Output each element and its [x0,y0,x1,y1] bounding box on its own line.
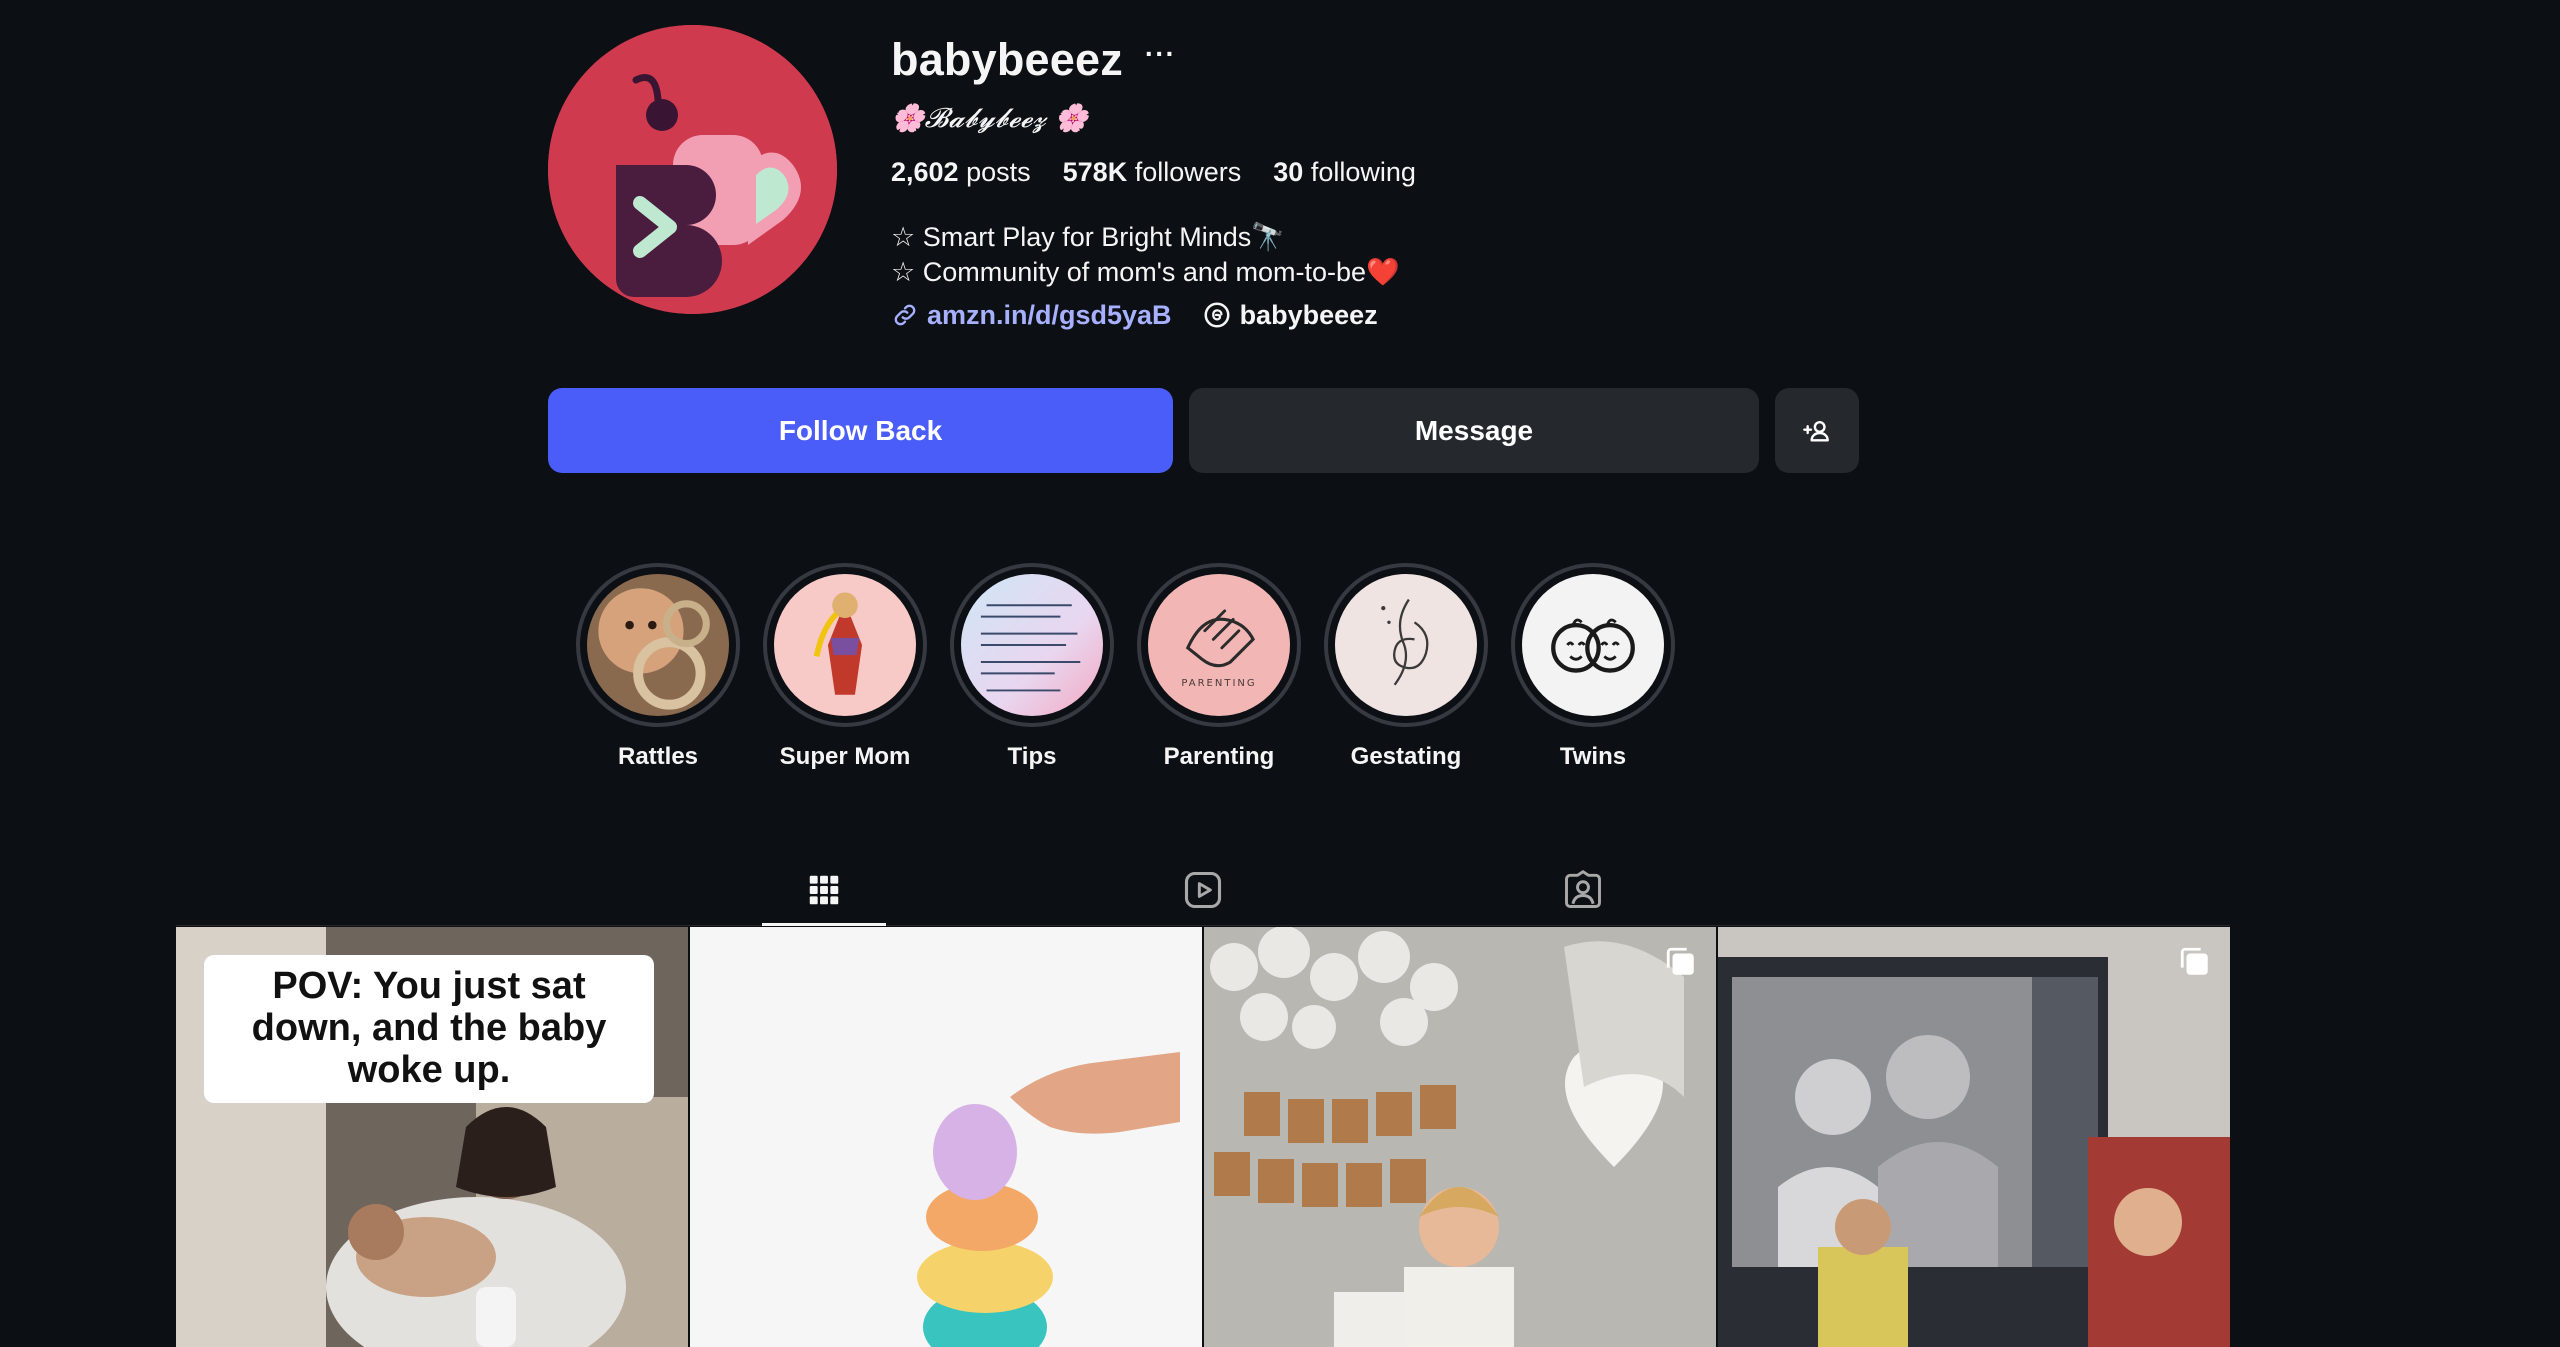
bio: ☆ Smart Play for Bright Minds🔭 ☆ Communi… [891,220,1791,290]
tab-posts[interactable] [762,855,886,926]
highlight-ring [576,563,740,727]
links-row: amzn.in/d/gsd5yaB babybeeez [891,297,1791,333]
tabs-divider [176,925,2230,926]
threads-icon [1204,302,1230,328]
highlight-ring [1324,563,1488,727]
more-options-button[interactable]: ··· [1145,40,1176,68]
highlight-image [1335,574,1477,716]
suggested-users-button[interactable] [1775,388,1859,473]
followers-count: 578K [1062,156,1128,187]
followers-label: followers [1134,156,1242,187]
highlight-twins[interactable]: Twins [1508,563,1678,771]
highlight-label: Parenting [1163,743,1275,770]
bio-line: ☆ Community of mom's and mom-to-be❤️ [891,257,1400,287]
profile-stats: 2,602 posts 578K followers 30 following [891,152,1791,192]
highlight-image [1522,574,1664,716]
username: babybeeez [891,34,1123,85]
tab-reels[interactable] [1141,855,1265,925]
threads-handle: babybeeez [1239,299,1378,330]
tab-tagged[interactable] [1521,855,1645,925]
post-image [1718,927,2230,1347]
threads-link[interactable]: babybeeez [1202,300,1378,331]
post-tile[interactable]: POV: You just sat down, and the baby wok… [176,927,688,1347]
grid-icon [809,875,839,905]
highlight-inner-text: PARENTING [1181,678,1257,689]
following-stat[interactable]: 30 following [1273,157,1416,188]
post-tile[interactable] [1718,927,2230,1347]
post-tile[interactable] [1204,927,1716,1347]
highlight-label: Tips [1007,743,1057,770]
follow-back-button[interactable]: Follow Back [548,388,1173,473]
person-add-icon [1803,420,1829,442]
posts-stat: 2,602 posts [891,157,1031,188]
highlight-ring [1511,563,1675,727]
name-row: babybeeez ··· [891,30,1791,90]
highlight-label: Rattles [617,743,699,770]
link-icon [894,304,916,326]
highlight-ring: PARENTING [1137,563,1301,727]
bio-line: ☆ Smart Play for Bright Minds🔭 [891,222,1285,252]
message-button[interactable]: Message [1189,388,1759,473]
highlight-image [961,574,1103,716]
profile-page: babybeeez ··· 🌸𝓑𝓪𝓫𝔂𝓫𝓮𝓮𝔃 🌸 2,602 posts 57… [0,0,2560,1347]
tagged-icon [1565,870,1601,908]
full-name: 🌸𝓑𝓪𝓫𝔂𝓫𝓮𝓮𝔃 🌸 [891,102,1089,134]
posts-label: posts [966,156,1031,187]
highlight-parenting[interactable]: PARENTING Parenting [1134,563,1304,771]
highlight-super-mom[interactable]: Super Mom [760,563,930,771]
post-image [690,927,1202,1347]
highlight-label: Twins [1559,743,1627,770]
highlight-image [587,574,729,716]
post-tile[interactable] [690,927,1202,1347]
following-count: 30 [1273,156,1304,187]
external-link-text: amzn.in/d/gsd5yaB [927,299,1172,330]
profile-info: babybeeez ··· 🌸𝓑𝓪𝓫𝔂𝓫𝓮𝓮𝔃 🌸 2,602 posts 57… [891,30,1791,333]
highlight-gestating[interactable]: Gestating [1321,563,1491,771]
babybeeez-logo-icon [548,25,837,314]
external-link[interactable]: amzn.in/d/gsd5yaB [891,300,1172,331]
posts-count: 2,602 [891,156,959,187]
highlight-label: Gestating [1350,743,1462,770]
following-label: following [1310,156,1416,187]
post-caption: POV: You just sat down, and the baby wok… [204,955,654,1103]
post-image [1204,927,1716,1347]
reels-icon [1184,871,1222,909]
highlight-ring [950,563,1114,727]
highlight-tips[interactable]: Tips [947,563,1117,771]
highlight-image [774,574,916,716]
highlight-image: PARENTING [1148,574,1290,716]
highlight-ring [763,563,927,727]
profile-avatar[interactable] [548,25,837,314]
carousel-icon [1666,947,1694,975]
carousel-icon [2180,947,2208,975]
highlight-label: Super Mom [779,743,911,770]
followers-stat[interactable]: 578K followers [1063,157,1242,188]
highlight-rattles[interactable]: Rattles [573,563,743,771]
